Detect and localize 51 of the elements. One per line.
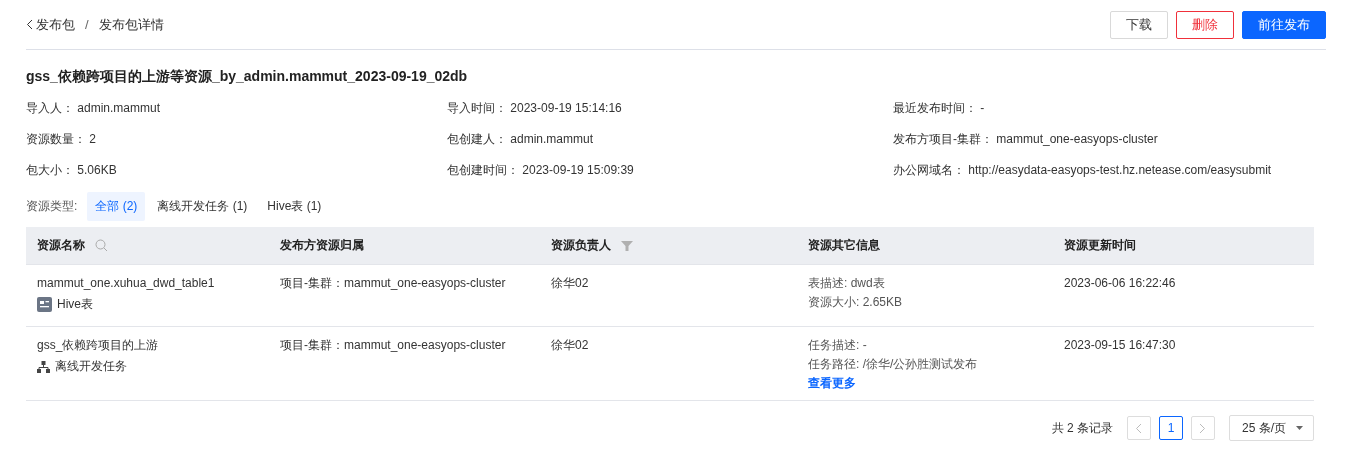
column-header: 资源负责人 (551, 237, 611, 254)
caret-icon (1296, 426, 1303, 430)
chevron-right-icon (1199, 422, 1207, 434)
resource-type: Hive表 (57, 296, 93, 313)
info-field: 导入时间： 2023-09-19 15:14:16 (447, 100, 893, 116)
filter-icon[interactable] (621, 240, 633, 251)
back-link[interactable]: 发布包 (26, 15, 75, 34)
type-tab[interactable]: 离线开发任务 (1) (149, 192, 256, 221)
info-field: 导入人： admin.mammut (26, 100, 447, 116)
info-field: 办公网域名： http://easydata-easyops-test.hz.netease.com/easysubmit (893, 162, 1326, 178)
column-header: 资源更新时间 (1064, 237, 1136, 254)
column-header: 资源其它信息 (808, 237, 880, 254)
resource-info: 任务路径: /徐华/公孙胜测试发布 (808, 356, 979, 373)
info-field: 包创建人： admin.mammut (447, 131, 893, 147)
publish-button[interactable]: 前往发布 (1242, 10, 1326, 39)
breadcrumb-current: 发布包详情 (98, 15, 164, 34)
download-button[interactable]: 下载 (1110, 10, 1168, 39)
resource-type: 离线开发任务 (55, 358, 127, 375)
table-cell: 2023-09-15 16:47:30 (1064, 338, 1176, 352)
resource-info: 任务描述: - (808, 337, 868, 354)
info-field: 发布方项目-集群： mammut_one-easyops-cluster (893, 131, 1326, 147)
delete-button[interactable]: 删除 (1176, 10, 1234, 39)
see-more-link[interactable]: 查看更多 (808, 375, 1042, 392)
table-cell-text: 项目-集群：mammut_one-easyops-cluster (280, 276, 507, 290)
back-icon (26, 19, 34, 30)
total-records: 共 2 条记录 (1051, 419, 1113, 437)
resource-name: gss_依赖跨项目的上游 (37, 337, 160, 354)
table-cell: 2023-06-06 16:22:46 (1064, 276, 1176, 290)
column-header: 资源名称 (37, 237, 85, 254)
chevron-left-icon (1135, 422, 1143, 434)
info-field: 资源数量： 2 (26, 131, 447, 147)
resource-info: 资源大小: 2.65KB (808, 294, 904, 311)
info-field: 包创建时间： 2023-09-19 15:09:39 (447, 162, 893, 178)
table-card-icon (37, 297, 52, 312)
filter-label: 资源类型: (26, 198, 78, 215)
type-tab[interactable]: 全部 (2) (87, 192, 146, 221)
table-cell-text: 项目-集群：mammut_one-easyops-cluster (280, 338, 507, 352)
resource-info: 表描述: dwd表 (808, 275, 886, 292)
page-size-select[interactable]: 25 条/页 (1229, 415, 1314, 441)
search-icon[interactable] (95, 239, 108, 252)
column-header: 发布方资源归属 (280, 237, 364, 254)
hierarchy-icon (37, 360, 50, 373)
info-field: 包大小： 5.06KB (26, 162, 447, 178)
table-cell: 徐华02 (551, 276, 589, 290)
breadcrumb-separator: / (85, 17, 89, 32)
type-tab[interactable]: Hive表 (1) (259, 192, 330, 221)
info-field: 最近发布时间： - (893, 100, 1326, 116)
table-cell: 徐华02 (551, 338, 589, 352)
package-title: gss_依赖跨项目的上游等资源_by_admin.mammut_2023-09-19_02db (26, 68, 469, 86)
resource-name: mammut_one.xuhua_dwd_table1 (37, 275, 216, 292)
page-button[interactable]: 1 (1159, 416, 1183, 440)
